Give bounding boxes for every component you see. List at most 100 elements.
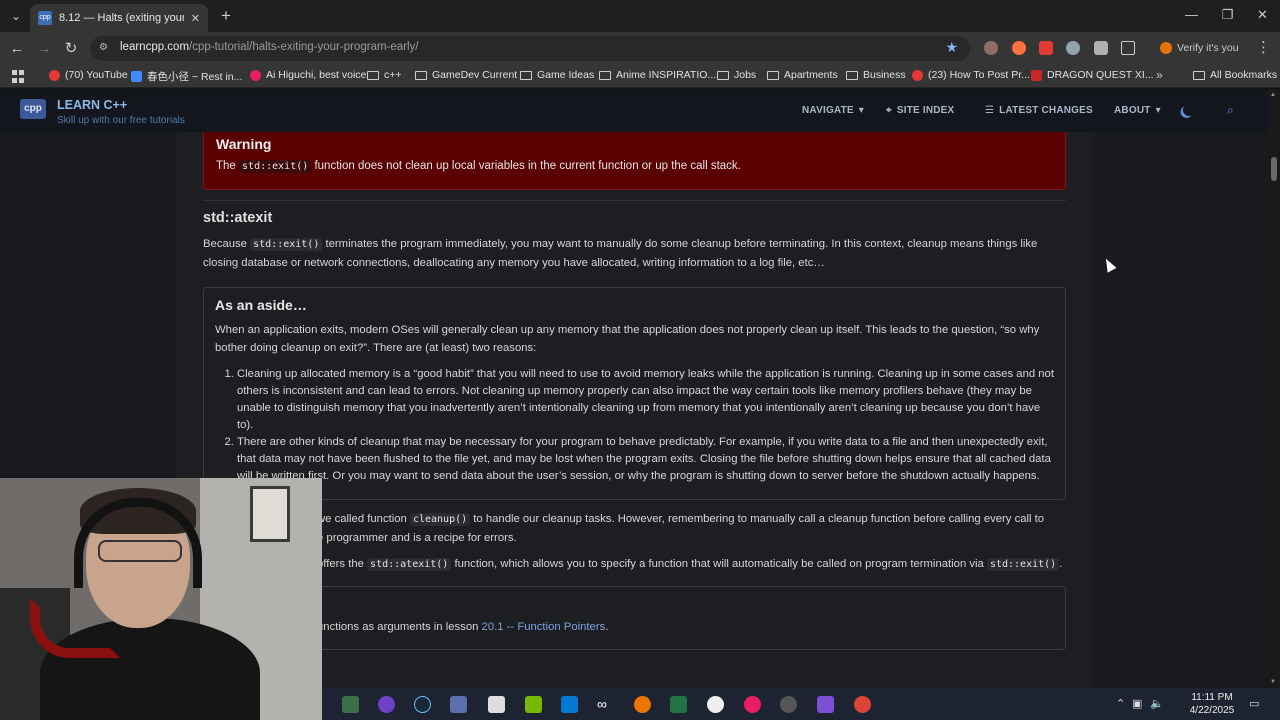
picture-frame <box>250 486 290 542</box>
site-tagline: Skill up with our free tutorials <box>57 115 185 126</box>
extension-fox-icon[interactable] <box>1012 41 1026 55</box>
scroll-up-icon[interactable]: ▲ <box>1270 92 1276 98</box>
scrollbar-thumb[interactable] <box>1271 157 1277 181</box>
browser-tab-bar: ⌄ cpp 8.12 — Halts (exiting your program… <box>0 0 1280 32</box>
steam-icon[interactable] <box>414 696 431 713</box>
nvidia-icon[interactable] <box>525 696 542 713</box>
site-info-icon[interactable]: ⚙ <box>99 41 115 55</box>
webcam-overlay <box>0 478 322 720</box>
more-bookmarks-chevron-icon[interactable]: » <box>1156 68 1163 82</box>
chevron-down-icon: ▾ <box>858 105 865 116</box>
bookmark-item[interactable]: 春色小径 ~ Rest in... <box>131 69 242 84</box>
bookmark-label: DRAGON QUEST XI... <box>1047 69 1154 81</box>
folder-icon <box>599 70 611 80</box>
close-window-icon[interactable]: ✕ <box>1245 0 1280 32</box>
bookmark-label: Business <box>863 69 906 81</box>
bookmark-item[interactable]: (70) YouTube <box>49 69 128 81</box>
reload-icon[interactable]: ↻ <box>60 38 82 60</box>
volume-icon[interactable]: 🔈 <box>1150 697 1164 710</box>
bookmark-item[interactable]: Ai Higuchi, best voice <box>250 69 366 81</box>
bookmark-item[interactable]: (23) How To Post Pr... <box>912 69 1030 81</box>
bookmark-folder[interactable]: c++ <box>367 69 402 81</box>
nav-navigate[interactable]: NAVIGATE ▾ <box>802 105 864 116</box>
folder-icon <box>717 70 729 80</box>
back-arrow-icon[interactable]: ← <box>6 38 28 60</box>
bookmark-folder[interactable]: Anime INSPIRATIO... <box>599 69 716 81</box>
new-tab-plus-icon[interactable]: + <box>216 6 236 26</box>
list-icon: ☰ <box>985 105 995 116</box>
restore-icon[interactable]: ❐ <box>1210 0 1245 32</box>
extension-avatar-icon[interactable] <box>984 41 998 55</box>
search-icon[interactable]: ⌕ <box>1227 103 1234 118</box>
site-brand[interactable]: LEARN C++ <box>57 98 127 112</box>
crosshair-icon: ⌖ <box>886 105 892 116</box>
verify-profile-button[interactable]: Verify it's you <box>1160 38 1239 58</box>
bookmark-folder[interactable]: GameDev Current <box>415 69 517 81</box>
bookmark-item[interactable]: DRAGON QUEST XI... <box>1031 69 1154 81</box>
active-tab[interactable]: cpp 8.12 — Halts (exiting your program e… <box>30 4 208 32</box>
xbox-app-icon[interactable] <box>342 696 359 713</box>
url-path: /cpp-tutorial/halts-exiting-your-program… <box>189 41 419 53</box>
chrome-icon[interactable] <box>854 696 871 713</box>
url-text[interactable]: learncpp.com/cpp-tutorial/halts-exiting-… <box>120 41 419 53</box>
para3-end: . <box>1059 558 1063 570</box>
scroll-down-icon[interactable]: ▼ <box>1270 679 1276 685</box>
extension-robot-icon[interactable] <box>1066 41 1080 55</box>
network-icon[interactable]: ▣ <box>1132 697 1142 710</box>
close-tab-icon[interactable]: ✕ <box>191 12 200 25</box>
store-app-icon[interactable] <box>561 696 578 713</box>
bookmark-folder[interactable]: Game Ideas <box>520 69 594 81</box>
para3-mid: function, which allows you to specify a … <box>454 558 984 570</box>
verify-label: Verify it's you <box>1177 42 1239 54</box>
extensions-puzzle-icon[interactable] <box>1121 41 1135 55</box>
tab-search-chevron-icon[interactable]: ⌄ <box>6 6 26 26</box>
blender-icon[interactable] <box>634 696 651 713</box>
notifications-icon[interactable]: ▭ <box>1249 697 1259 710</box>
extension-gray-icon[interactable] <box>1094 41 1108 55</box>
excel-icon[interactable] <box>670 696 687 713</box>
section-heading: std::atexit <box>203 210 273 226</box>
url-domain: learncpp.com <box>120 41 190 53</box>
bookmark-folder[interactable]: Jobs <box>717 69 756 81</box>
dark-mode-moon-icon[interactable] <box>1181 102 1196 117</box>
editor-app-icon[interactable] <box>450 696 467 713</box>
address-bar[interactable]: ⚙ learncpp.com/cpp-tutorial/halts-exitin… <box>90 36 970 61</box>
bookmark-label: (70) YouTube <box>65 69 128 81</box>
game-icon <box>1031 69 1042 81</box>
paragraph-3: offers the std::atexit() function, which… <box>317 555 1077 574</box>
system-clock[interactable]: 11:11 PM 4/22/2025 <box>1186 691 1238 717</box>
site-logo[interactable]: cpp <box>20 99 46 119</box>
nav-about[interactable]: ABOUT ▾ <box>1114 105 1161 116</box>
nvidia-broadcast-icon[interactable] <box>488 696 505 713</box>
minimize-icon[interactable]: — <box>1174 0 1209 32</box>
nav-site-index[interactable]: ⌖ SITE INDEX <box>886 105 954 116</box>
aside-intro: When an application exits, modern OSes w… <box>215 324 1040 354</box>
browser-menu-icon[interactable]: ⋮ <box>1256 38 1271 56</box>
divider <box>203 200 1066 201</box>
tab-title: 8.12 — Halts (exiting your program early… <box>59 12 184 24</box>
all-bookmarks[interactable]: All Bookmarks <box>1193 69 1277 81</box>
apps-grid-icon[interactable] <box>12 70 25 83</box>
para2-pre: we called function <box>317 513 407 525</box>
bookmark-folder[interactable]: Business <box>846 69 906 81</box>
music-icon <box>250 69 261 81</box>
inline-code: std::atexit() <box>367 558 452 571</box>
obs-icon[interactable] <box>780 696 797 713</box>
github-desktop-icon[interactable] <box>378 696 395 713</box>
osu-icon[interactable] <box>744 696 761 713</box>
folder-icon <box>767 70 779 80</box>
extension-red-icon[interactable] <box>1039 41 1053 55</box>
chevron-down-icon: ▾ <box>1155 105 1161 116</box>
tray-overflow-chevron-icon[interactable]: ⌃ <box>1116 697 1125 710</box>
bookmarks-bar: (70) YouTube 春色小径 ~ Rest in... Ai Higuch… <box>0 64 1280 88</box>
forward-arrow-icon[interactable]: → <box>33 38 55 60</box>
clock-app-icon[interactable] <box>707 696 724 713</box>
bookmark-star-icon[interactable]: ★ <box>945 39 958 56</box>
page-scrollbar[interactable]: ▲ ▼ <box>1268 89 1280 688</box>
tab-favicon-icon: cpp <box>38 11 52 25</box>
visual-studio-icon[interactable] <box>817 696 834 713</box>
bookmark-folder[interactable]: Apartments <box>767 69 838 81</box>
meta-icon[interactable]: ∞ <box>597 696 614 713</box>
function-pointers-link[interactable]: 20.1 -- Function Pointers <box>482 621 606 633</box>
nav-latest-changes[interactable]: ☰ LATEST CHANGES <box>985 105 1093 116</box>
